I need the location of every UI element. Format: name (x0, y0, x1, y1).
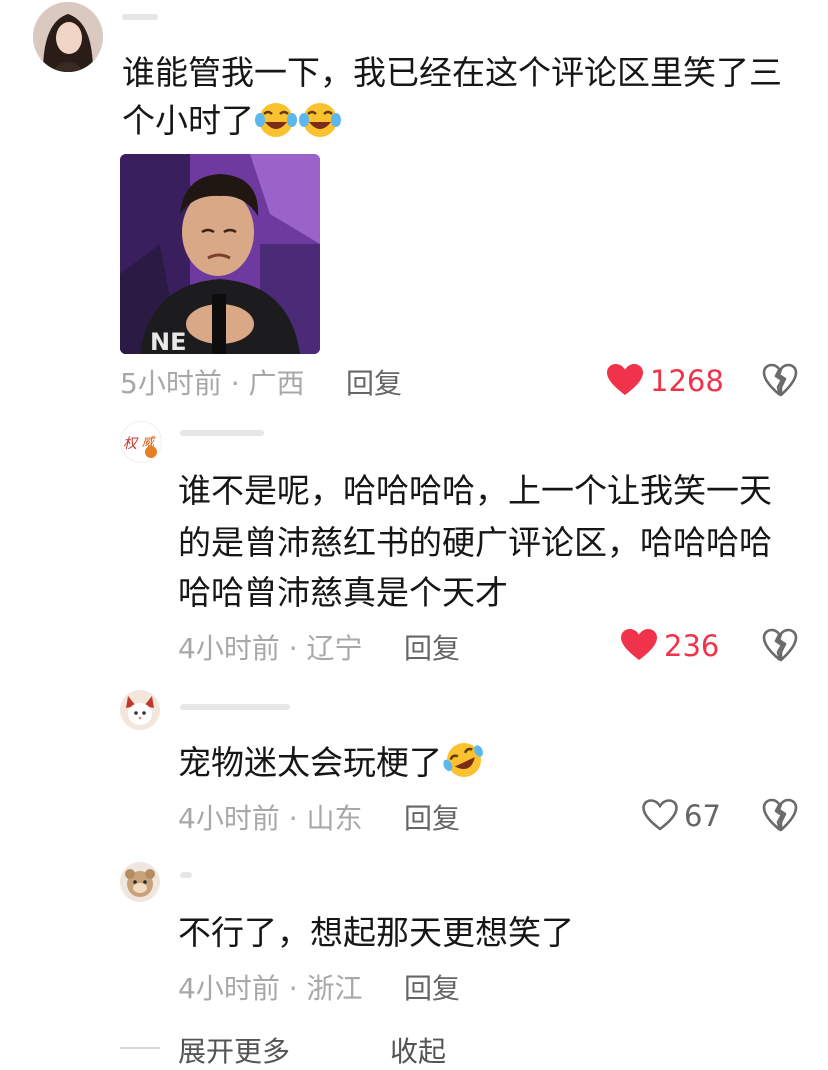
comment-text-line: 不行了，想起那天更想笑了 (178, 913, 574, 952)
heart-filled-icon[interactable] (620, 628, 658, 666)
avatar[interactable] (120, 690, 160, 730)
comment-text-line: 的是曾沛慈红书的硬广评论区，哈哈哈哈 (178, 523, 772, 562)
comment-text-line: 哈哈曾沛慈真是个天才 (178, 573, 508, 612)
comment-time-location: 5小时前 · 广西 (120, 367, 305, 400)
avatar[interactable] (120, 862, 160, 902)
collapse-button[interactable]: 收起 (390, 1030, 446, 1070)
username-blurred[interactable] (180, 872, 192, 878)
svg-text:NE: NE (150, 328, 186, 354)
like-count: 67 (684, 799, 721, 833)
dislike-broken-heart-icon[interactable] (762, 628, 798, 666)
username-blurred[interactable] (180, 704, 290, 710)
reply-button[interactable]: 回复 (404, 797, 460, 837)
avatar[interactable] (33, 2, 103, 72)
laugh-cry-emoji-icon (298, 100, 342, 150)
comment-time-location: 4小时前 · 辽宁 (178, 632, 363, 665)
expand-more-button[interactable]: 展开更多 (178, 1030, 290, 1070)
dislike-broken-heart-icon[interactable] (762, 798, 798, 836)
avatar[interactable]: 权威 (120, 421, 162, 463)
laugh-cry-emoji-icon (254, 100, 298, 150)
svg-text:权: 权 (123, 436, 139, 452)
reply-button[interactable]: 回复 (404, 627, 460, 667)
like-count: 236 (664, 629, 720, 663)
comment-text-line: 个小时了 (122, 98, 342, 150)
username-blurred[interactable] (122, 14, 158, 20)
comment-text-line: 谁不是呢，哈哈哈哈，上一个让我笑一天 (178, 471, 772, 510)
comment-time-location: 4小时前 · 浙江 (178, 972, 363, 1005)
heart-outline-icon[interactable] (641, 798, 679, 836)
rolling-laugh-emoji-icon (442, 740, 486, 792)
comment-image[interactable]: NE (120, 154, 320, 354)
divider-line (120, 1047, 160, 1049)
comment-time-location: 4小时前 · 山东 (178, 802, 363, 835)
username-blurred[interactable] (180, 430, 264, 436)
comment-text-line: 宠物迷太会玩梗了 (178, 740, 486, 792)
heart-filled-icon[interactable] (606, 363, 644, 401)
reply-button[interactable]: 回复 (346, 362, 402, 402)
comment-text-line: 谁能管我一下，我已经在这个评论区里笑了三 (122, 53, 782, 92)
like-count: 1268 (650, 364, 724, 398)
dislike-broken-heart-icon[interactable] (762, 363, 798, 401)
reply-button[interactable]: 回复 (404, 967, 460, 1007)
